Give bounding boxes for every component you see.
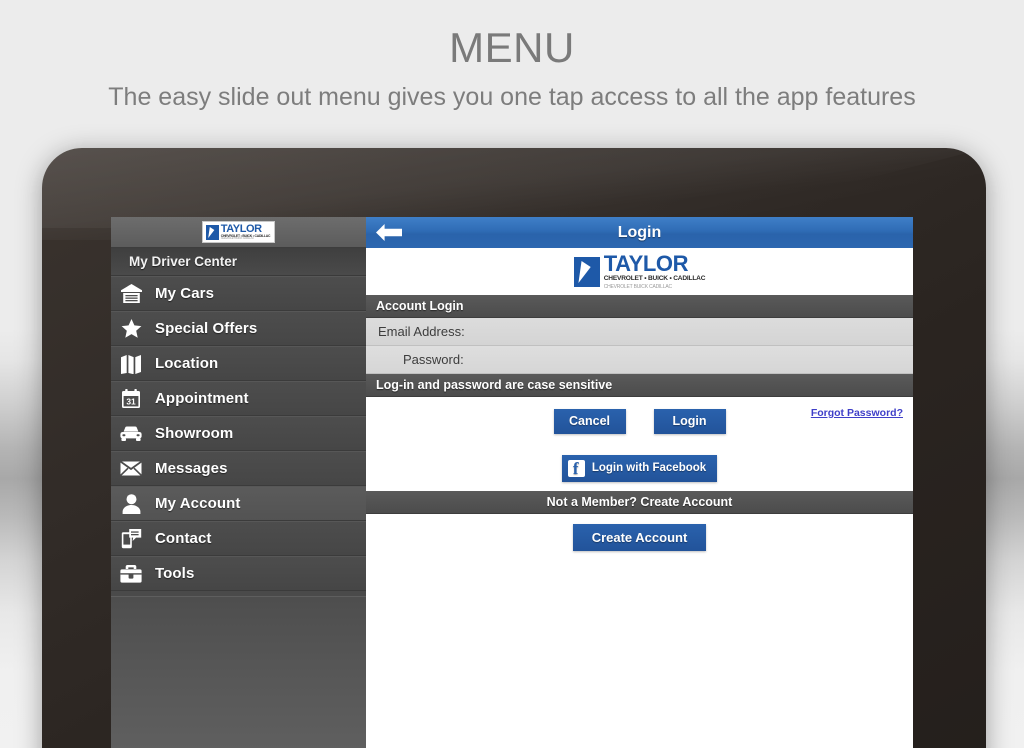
taylor-logo-subtitle: CHEVROLET • BUICK • CADILLAC: [603, 275, 706, 283]
email-field-row[interactable]: Email Address:: [366, 318, 913, 346]
taylor-logo-name: TAYLOR: [603, 251, 689, 277]
headline-block: MENU The easy slide out menu gives you o…: [0, 0, 1024, 110]
sidebar-item-appointment[interactable]: 31 Appointment: [111, 381, 366, 416]
login-button[interactable]: Login: [653, 408, 726, 434]
sidebar-item-messages[interactable]: Messages: [111, 451, 366, 486]
section-header-label: Account Login: [376, 299, 464, 313]
case-sensitive-label: Log-in and password are case sensitive: [376, 378, 613, 392]
sidebar-item-my-cars[interactable]: My Cars: [111, 276, 366, 311]
sidebar-item-label: My Cars: [155, 285, 215, 302]
cancel-button[interactable]: Cancel: [553, 408, 626, 434]
login-actions-area: Cancel Login Forgot Password? Login with…: [366, 397, 913, 491]
bezel-gloss-overlay: [42, 148, 986, 228]
taylor-logo-mark-icon: [573, 256, 600, 287]
sidebar-header-label: My Driver Center: [129, 254, 238, 269]
taylor-logo-subtitle2: CHEVROLET BUICK CADILLAC: [220, 237, 254, 241]
person-icon: [120, 493, 142, 515]
email-field-label: Email Address:: [378, 324, 465, 339]
create-account-row: Create Account: [366, 514, 913, 561]
password-field-label: Password:: [403, 352, 464, 367]
login-brand-row: TAYLOR CHEVROLET • BUICK • CADILLAC CHEV…: [366, 248, 913, 295]
login-topbar-title: Login: [617, 223, 662, 241]
sidebar-item-label: My Account: [155, 495, 241, 512]
facebook-icon: [567, 459, 585, 479]
password-field-row[interactable]: Password:: [366, 346, 913, 374]
not-a-member-label: Not a Member? Create Account: [546, 495, 733, 509]
phone-chat-icon: [120, 528, 142, 550]
login-topbar: Login: [366, 217, 913, 248]
sidebar-item-showroom[interactable]: Showroom: [111, 416, 366, 451]
sidebar-item-label: Special Offers: [155, 320, 258, 337]
map-icon: [120, 353, 142, 375]
login-page: Login TAYLOR CHEVROLET • BUICK • CADILLA…: [366, 217, 913, 748]
sidebar-item-label: Tools: [155, 565, 195, 582]
star-icon: [120, 318, 142, 340]
slide-out-menu: TAYLOR CHEVROLET • BUICK • CADILLAC CHEV…: [111, 217, 366, 748]
taylor-logo-subtitle2: CHEVROLET BUICK CADILLAC: [603, 283, 672, 290]
tablet-device: TAYLOR CHEVROLET • BUICK • CADILLAC CHEV…: [42, 148, 986, 748]
sidebar-item-label: Contact: [155, 530, 212, 547]
create-account-button[interactable]: Create Account: [573, 524, 706, 551]
sidebar-item-label: Messages: [155, 460, 228, 477]
sidebar-item-my-account[interactable]: My Account: [111, 486, 366, 521]
car-icon: [120, 423, 142, 445]
facebook-button-label: Login with Facebook: [591, 462, 707, 474]
sidebar-item-contact[interactable]: Contact: [111, 521, 366, 556]
envelope-icon: [120, 458, 142, 480]
account-login-section-header: Account Login: [366, 295, 913, 318]
sidebar-item-location[interactable]: Location: [111, 346, 366, 381]
taylor-logo-small: TAYLOR CHEVROLET • BUICK • CADILLAC CHEV…: [201, 221, 276, 243]
case-sensitive-notice: Log-in and password are case sensitive: [366, 374, 913, 397]
tablet-screen: TAYLOR CHEVROLET • BUICK • CADILLAC CHEV…: [111, 217, 913, 748]
not-a-member-bar: Not a Member? Create Account: [366, 491, 913, 514]
primary-button-row: Cancel Login Forgot Password?: [366, 397, 913, 445]
page-title: MENU: [449, 24, 575, 71]
sidebar-item-special-offers[interactable]: Special Offers: [111, 311, 366, 346]
calendar-icon: 31: [120, 388, 142, 410]
login-with-facebook-button[interactable]: Login with Facebook: [561, 454, 718, 482]
toolbox-icon: [120, 563, 142, 585]
taylor-logo-mark-icon: [205, 225, 219, 240]
sidebar-item-label: Location: [155, 355, 219, 372]
sidebar-item-label: Appointment: [155, 390, 249, 407]
sidebar-header-my-driver-center[interactable]: My Driver Center: [111, 248, 366, 276]
taylor-logo-large: TAYLOR CHEVROLET • BUICK • CADILLAC CHEV…: [573, 251, 706, 290]
sidebar-item-tools[interactable]: Tools: [111, 556, 366, 591]
sidebar-logo-row: TAYLOR CHEVROLET • BUICK • CADILLAC CHEV…: [111, 217, 366, 248]
forgot-password-link[interactable]: Forgot Password?: [811, 407, 903, 419]
login-empty-area: [366, 561, 913, 748]
page-subtitle: The easy slide out menu gives you one ta…: [108, 83, 916, 111]
back-arrow-icon[interactable]: [376, 224, 402, 246]
garage-icon: [120, 283, 142, 305]
sidebar-empty-area: [111, 596, 366, 748]
facebook-button-row: Login with Facebook: [366, 445, 913, 491]
sidebar-item-label: Showroom: [155, 425, 234, 442]
svg-text:31: 31: [126, 396, 136, 406]
